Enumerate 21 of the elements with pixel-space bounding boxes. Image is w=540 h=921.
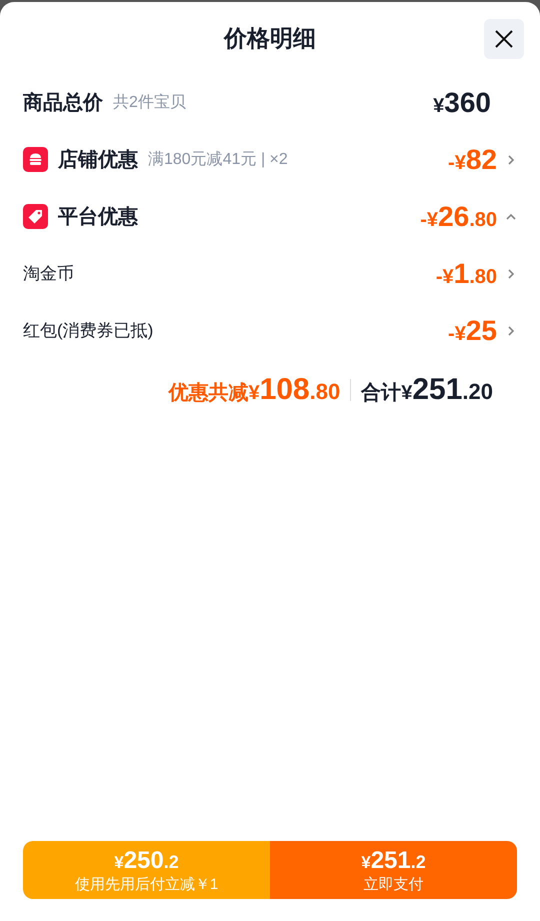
- row-note: 满180元减41元 | ×2: [148, 150, 288, 170]
- row-label: 平台优惠: [58, 204, 138, 230]
- price: -¥26.80: [420, 200, 497, 234]
- row-label: 店铺优惠: [58, 148, 138, 172]
- row-label: 红包(消费券已抵): [23, 320, 154, 342]
- grand-total: 合计¥251.20: [361, 372, 493, 408]
- sheet-title: 价格明细: [224, 24, 316, 53]
- price: ¥360: [433, 86, 491, 120]
- row-note: 共2件宝贝: [113, 92, 186, 112]
- row-label: 商品总价: [23, 90, 103, 116]
- price: -¥1.80: [436, 256, 497, 290]
- price: -¥82: [448, 142, 497, 176]
- row-label: 淘金币: [23, 262, 74, 285]
- price: -¥25: [448, 314, 497, 348]
- store-icon: [23, 147, 48, 172]
- pay-now-button[interactable]: ¥251.2 立即支付: [270, 841, 517, 899]
- tag-icon: [23, 204, 48, 229]
- pay-later-button[interactable]: ¥250.2 使用先用后付立减￥1: [23, 841, 270, 899]
- close-button[interactable]: [484, 19, 524, 59]
- discount-total: 优惠共减¥108.80: [168, 372, 340, 408]
- close-icon: [495, 30, 513, 48]
